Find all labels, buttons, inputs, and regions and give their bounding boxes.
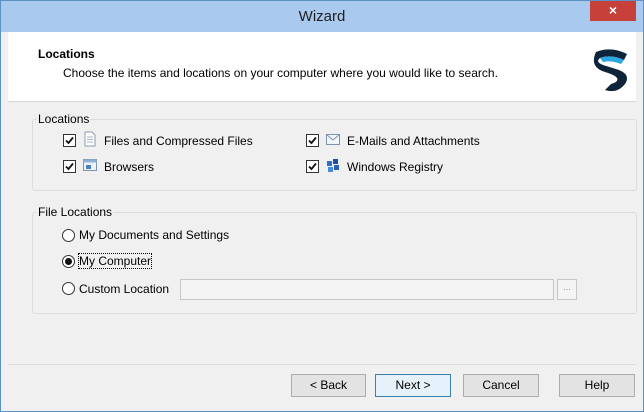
help-button[interactable]: Help bbox=[559, 374, 635, 397]
window-title: Wizard bbox=[298, 8, 346, 25]
email-icon bbox=[326, 134, 340, 145]
checkmark-icon bbox=[308, 162, 317, 171]
browsers-checkbox[interactable] bbox=[63, 160, 76, 173]
back-button[interactable]: < Back bbox=[291, 374, 366, 397]
locations-group bbox=[32, 119, 637, 191]
browsers-label[interactable]: Browsers bbox=[104, 160, 154, 174]
custom-location-label[interactable]: Custom Location bbox=[79, 282, 169, 296]
my-computer-label[interactable]: My Computer bbox=[77, 253, 153, 269]
my-documents-radio[interactable] bbox=[62, 229, 75, 242]
file-locations-group-label: File Locations bbox=[37, 205, 114, 219]
my-documents-label[interactable]: My Documents and Settings bbox=[79, 228, 229, 242]
close-button[interactable]: × bbox=[590, 1, 636, 21]
browse-button[interactable]: ... bbox=[557, 279, 577, 300]
registry-icon bbox=[327, 159, 339, 172]
locations-group-label: Locations bbox=[37, 112, 91, 126]
emails-attachments-label[interactable]: E-Mails and Attachments bbox=[347, 134, 480, 148]
radio-selected-dot bbox=[65, 258, 72, 265]
windows-registry-label[interactable]: Windows Registry bbox=[347, 160, 443, 174]
checkmark-icon bbox=[65, 162, 74, 171]
my-computer-radio[interactable] bbox=[62, 255, 75, 268]
emails-attachments-checkbox[interactable] bbox=[306, 134, 319, 147]
checkmark-icon bbox=[65, 136, 74, 145]
page-subtitle: Choose the items and locations on your c… bbox=[63, 66, 498, 80]
windows-registry-checkbox[interactable] bbox=[306, 160, 319, 173]
wizard-window: Wizard × Locations Choose the items and … bbox=[0, 0, 644, 412]
browser-icon bbox=[83, 159, 97, 171]
title-bar[interactable]: Wizard × bbox=[1, 1, 643, 32]
app-logo-icon bbox=[593, 49, 627, 92]
files-compressed-label[interactable]: Files and Compressed Files bbox=[104, 134, 253, 148]
page-title: Locations bbox=[38, 47, 95, 61]
custom-location-input[interactable] bbox=[180, 279, 554, 300]
checkmark-icon bbox=[308, 136, 317, 145]
custom-location-radio[interactable] bbox=[62, 282, 75, 295]
cancel-button[interactable]: Cancel bbox=[463, 374, 539, 397]
wizard-header: Locations Choose the items and locations… bbox=[8, 32, 636, 102]
files-compressed-checkbox[interactable] bbox=[63, 134, 76, 147]
file-icon bbox=[84, 131, 96, 147]
next-button[interactable]: Next > bbox=[375, 374, 451, 397]
